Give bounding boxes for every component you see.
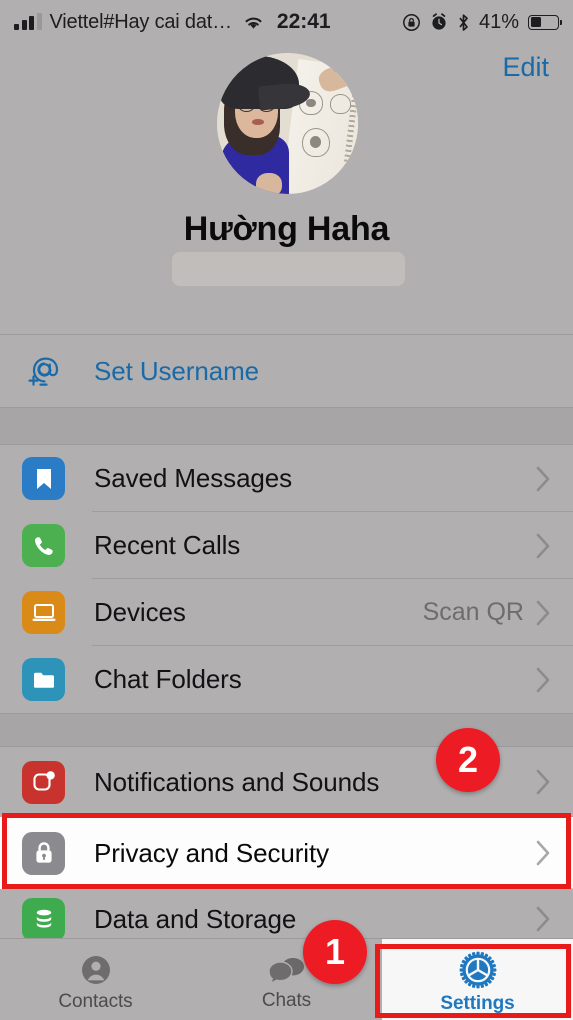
chevron-right-icon <box>536 533 573 559</box>
chevron-right-icon <box>536 769 573 795</box>
tab-bar: Contacts Chats Settings <box>0 938 573 1020</box>
carrier-label: Viettel#Hay cai dat… <box>49 10 233 33</box>
battery-percent-label: 41% <box>478 10 519 33</box>
section-gap-1 <box>0 408 573 444</box>
chevron-right-icon <box>536 906 573 932</box>
phone-screen: Viettel#Hay cai dat… 22:41 41% Edit Hườn… <box>0 0 573 1020</box>
wifi-icon <box>242 14 265 31</box>
avatar-photo <box>217 53 358 194</box>
cellular-signal-icon <box>14 13 42 30</box>
battery-icon <box>528 14 562 30</box>
row-label: Recent Calls <box>94 530 241 560</box>
row-devices[interactable]: Devices Scan QR <box>0 579 573 646</box>
at-plus-icon <box>22 350 65 393</box>
lock-icon <box>22 831 65 875</box>
bluetooth-icon <box>457 13 470 32</box>
tab-label: Settings <box>440 992 515 1014</box>
row-saved-messages[interactable]: Saved Messages <box>0 445 573 512</box>
step-badge-1: 1 <box>303 920 367 984</box>
row-chat-folders[interactable]: Chat Folders <box>0 646 573 713</box>
step-badge-2: 2 <box>436 728 500 792</box>
devices-value: Scan QR <box>422 598 524 626</box>
alarm-clock-icon <box>430 13 448 31</box>
row-label: Data and Storage <box>94 903 297 934</box>
laptop-icon <box>22 591 65 634</box>
avatar[interactable] <box>217 53 358 194</box>
phone-icon <box>22 524 65 567</box>
tab-label: Contacts <box>58 990 133 1012</box>
row-recent-calls[interactable]: Recent Calls <box>0 512 573 579</box>
phone-number-redacted <box>172 252 405 286</box>
row-label: Devices <box>94 597 186 627</box>
bookmark-icon <box>22 457 65 500</box>
notification-icon <box>22 760 65 804</box>
chevron-right-icon <box>536 667 573 693</box>
settings-gear-icon <box>459 951 497 989</box>
edit-button[interactable]: Edit <box>502 52 549 83</box>
row-label: Chat Folders <box>94 664 242 694</box>
status-bar: Viettel#Hay cai dat… 22:41 41% <box>0 0 573 44</box>
row-label: Privacy and Security <box>94 837 329 868</box>
database-icon <box>22 897 65 941</box>
folder-icon <box>22 658 65 701</box>
row-set-username[interactable]: Set Username <box>0 335 573 407</box>
row-privacy-and-security[interactable]: Privacy and Security <box>0 817 573 889</box>
tab-label: Chats <box>261 989 312 1011</box>
settings-group-1: Saved Messages Recent Calls Devices Scan… <box>0 445 573 713</box>
tab-contacts[interactable]: Contacts <box>0 939 191 1020</box>
chats-bubbles-icon <box>267 954 306 986</box>
clock-label: 22:41 <box>276 10 331 33</box>
rotation-lock-icon <box>402 13 421 32</box>
chevron-right-icon <box>536 466 573 492</box>
row-label: Saved Messages <box>94 463 293 493</box>
row-label: Notifications and Sounds <box>94 766 380 797</box>
profile-name: Hường Haha <box>183 210 390 248</box>
tab-settings[interactable]: Settings <box>382 939 573 1020</box>
profile-header: Edit Hường Haha <box>0 44 573 334</box>
chevron-right-icon <box>536 840 573 866</box>
username-section: Set Username <box>0 335 573 407</box>
chevron-right-icon <box>536 600 573 626</box>
contacts-person-icon <box>79 953 113 987</box>
set-username-label: Set Username <box>94 355 259 386</box>
